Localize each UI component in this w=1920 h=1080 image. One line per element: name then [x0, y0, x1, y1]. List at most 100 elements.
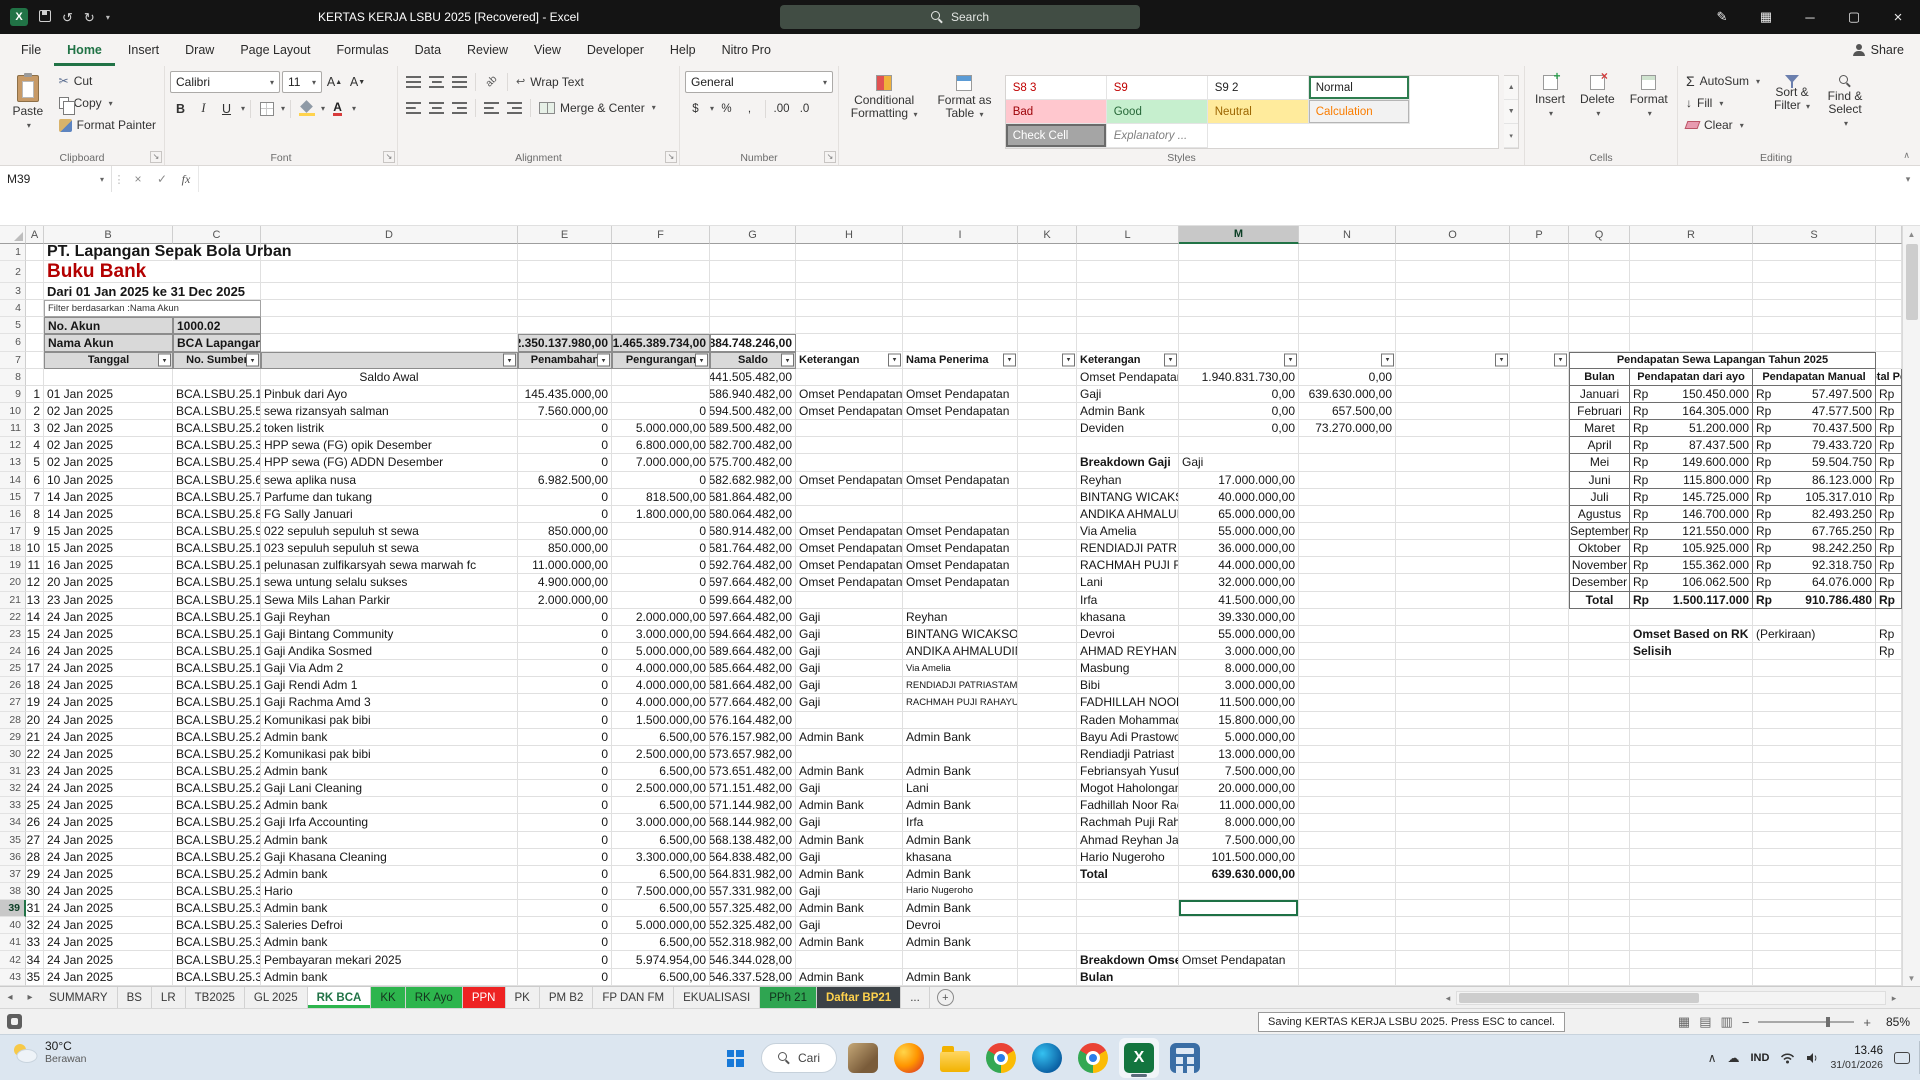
language-indicator[interactable]: IND: [1750, 1052, 1769, 1064]
vertical-scroll-thumb[interactable]: [1906, 244, 1918, 320]
cell-E26[interactable]: 0: [518, 677, 612, 694]
cell-A31[interactable]: 23: [26, 763, 44, 780]
cell-Q14[interactable]: Juni: [1569, 472, 1630, 489]
cell-T19[interactable]: Rp: [1876, 557, 1902, 574]
col-header-D[interactable]: D: [261, 226, 518, 244]
ribbon-tab-insert[interactable]: Insert: [115, 34, 172, 66]
cell-N10[interactable]: 657.500,00: [1299, 403, 1396, 420]
cell-O19[interactable]: [1396, 557, 1510, 574]
cell-P25[interactable]: [1510, 660, 1569, 677]
cell-S32[interactable]: [1753, 780, 1876, 797]
cell-I4[interactable]: [903, 300, 1018, 317]
cell-P4[interactable]: [1510, 300, 1569, 317]
cell-T12[interactable]: Rp: [1876, 437, 1902, 454]
cell-R29[interactable]: [1630, 729, 1753, 746]
cell-M9[interactable]: 0,00: [1179, 386, 1299, 403]
cell-F5[interactable]: [612, 317, 710, 334]
cell-D10[interactable]: sewa rizansyah salman: [261, 403, 518, 420]
cell-Q32[interactable]: [1569, 780, 1630, 797]
cell-G1[interactable]: [710, 244, 796, 261]
cell-Q27[interactable]: [1569, 694, 1630, 711]
sheet-tab-PM-B2[interactable]: PM B2: [540, 987, 594, 1008]
cell-L16[interactable]: ANDIKA AHMALUDIN: [1077, 506, 1179, 523]
cell-K33[interactable]: [1018, 797, 1077, 814]
row-header-32[interactable]: 32: [0, 780, 26, 797]
italic-icon[interactable]: I: [193, 98, 214, 119]
cell-C19[interactable]: BCA.LSBU.25.11: [173, 557, 261, 574]
cell-M42[interactable]: Omset Pendapatan: [1179, 951, 1299, 968]
cell-A40[interactable]: 32: [26, 917, 44, 934]
cell-F41[interactable]: 6.500,00: [612, 934, 710, 951]
col-header-M[interactable]: M: [1179, 226, 1299, 244]
cell-D24[interactable]: Gaji Andika Sosmed: [261, 643, 518, 660]
cell-F27[interactable]: 4.000.000,00: [612, 694, 710, 711]
cell-M27[interactable]: 11.500.000,00: [1179, 694, 1299, 711]
cell-T5[interactable]: [1876, 317, 1902, 334]
cell-O22[interactable]: [1396, 609, 1510, 626]
cell-R16[interactable]: Rp146.700.000: [1630, 506, 1753, 523]
cell-H19[interactable]: Omset Pendapatan: [796, 557, 903, 574]
cell-A41[interactable]: 33: [26, 934, 44, 951]
cell-F23[interactable]: 3.000.000,00: [612, 626, 710, 643]
cell-K34[interactable]: [1018, 814, 1077, 831]
cell-A2[interactable]: [26, 261, 44, 283]
cell-H13[interactable]: [796, 454, 903, 471]
insert-function-icon[interactable]: fx: [174, 166, 198, 192]
cell-A19[interactable]: 11: [26, 557, 44, 574]
cell-S8[interactable]: Pendapatan Manual: [1753, 369, 1876, 386]
cell-F26[interactable]: 4.000.000,00: [612, 677, 710, 694]
cell-G27[interactable]: 577.664.482,00: [710, 694, 796, 711]
cell-N14[interactable]: [1299, 472, 1396, 489]
cell-H37[interactable]: Admin Bank: [796, 866, 903, 883]
cell-F33[interactable]: 6.500,00: [612, 797, 710, 814]
customize-qat-icon[interactable]: ▾: [106, 13, 110, 22]
paste-button[interactable]: Paste ▾: [5, 71, 51, 136]
cell-L20[interactable]: Lani: [1077, 574, 1179, 591]
row-header-33[interactable]: 33: [0, 797, 26, 814]
cell-M13[interactable]: Gaji: [1179, 454, 1299, 471]
cell-L23[interactable]: Devroi: [1077, 626, 1179, 643]
cancel-icon[interactable]: ×: [126, 166, 150, 192]
cell-N37[interactable]: [1299, 866, 1396, 883]
increase-decimal-icon[interactable]: .00: [771, 98, 792, 119]
cell-G9[interactable]: 586.940.482,00: [710, 386, 796, 403]
cell-M37[interactable]: 639.630.000,00: [1179, 866, 1299, 883]
cell-L22[interactable]: khasana: [1077, 609, 1179, 626]
cell-L30[interactable]: Rendiadji Patriast: [1077, 746, 1179, 763]
cell-A4[interactable]: [26, 300, 44, 317]
format-cells-button[interactable]: Format ▾: [1625, 71, 1673, 124]
filter-dropdown-I[interactable]: ▾: [1003, 353, 1016, 366]
cell-B30[interactable]: 24 Jan 2025: [44, 746, 173, 763]
cell-N29[interactable]: [1299, 729, 1396, 746]
sort-filter-button[interactable]: Sort & Filter ▾: [1768, 71, 1816, 135]
cell-D32[interactable]: Gaji Lani Cleaning: [261, 780, 518, 797]
cell-I22[interactable]: Reyhan: [903, 609, 1018, 626]
cell-Q31[interactable]: [1569, 763, 1630, 780]
cell-T9[interactable]: Rp: [1876, 386, 1902, 403]
scroll-right-icon[interactable]: ▸: [1886, 993, 1902, 1004]
cell-K1[interactable]: [1018, 244, 1077, 261]
cell-K27[interactable]: [1018, 694, 1077, 711]
cell-M36[interactable]: 101.500.000,00: [1179, 849, 1299, 866]
cell-D43[interactable]: Admin bank: [261, 969, 518, 986]
cell-P39[interactable]: [1510, 900, 1569, 917]
row-header-39[interactable]: 39: [0, 900, 26, 917]
cell-I40[interactable]: Devroi: [903, 917, 1018, 934]
cell-G19[interactable]: 592.764.482,00: [710, 557, 796, 574]
cell-R5[interactable]: [1630, 317, 1753, 334]
cell-E21[interactable]: 2.000.000,00: [518, 592, 612, 609]
cell-L35[interactable]: Ahmad Reyhan Javie: [1077, 832, 1179, 849]
cell-T29[interactable]: [1876, 729, 1902, 746]
cell-L27[interactable]: FADHILLAH NOOR: [1077, 694, 1179, 711]
cell-S26[interactable]: [1753, 677, 1876, 694]
cell-A9[interactable]: 1: [26, 386, 44, 403]
cell-L11[interactable]: Deviden: [1077, 420, 1179, 437]
decrease-indent-icon[interactable]: [481, 97, 502, 118]
cell-K28[interactable]: [1018, 712, 1077, 729]
cell-K15[interactable]: [1018, 489, 1077, 506]
cell-T30[interactable]: [1876, 746, 1902, 763]
cell-I10[interactable]: Omset Pendapatan: [903, 403, 1018, 420]
cell-L19[interactable]: RACHMAH PUJI RAH: [1077, 557, 1179, 574]
cell-P32[interactable]: [1510, 780, 1569, 797]
align-bottom-icon[interactable]: [449, 71, 470, 92]
